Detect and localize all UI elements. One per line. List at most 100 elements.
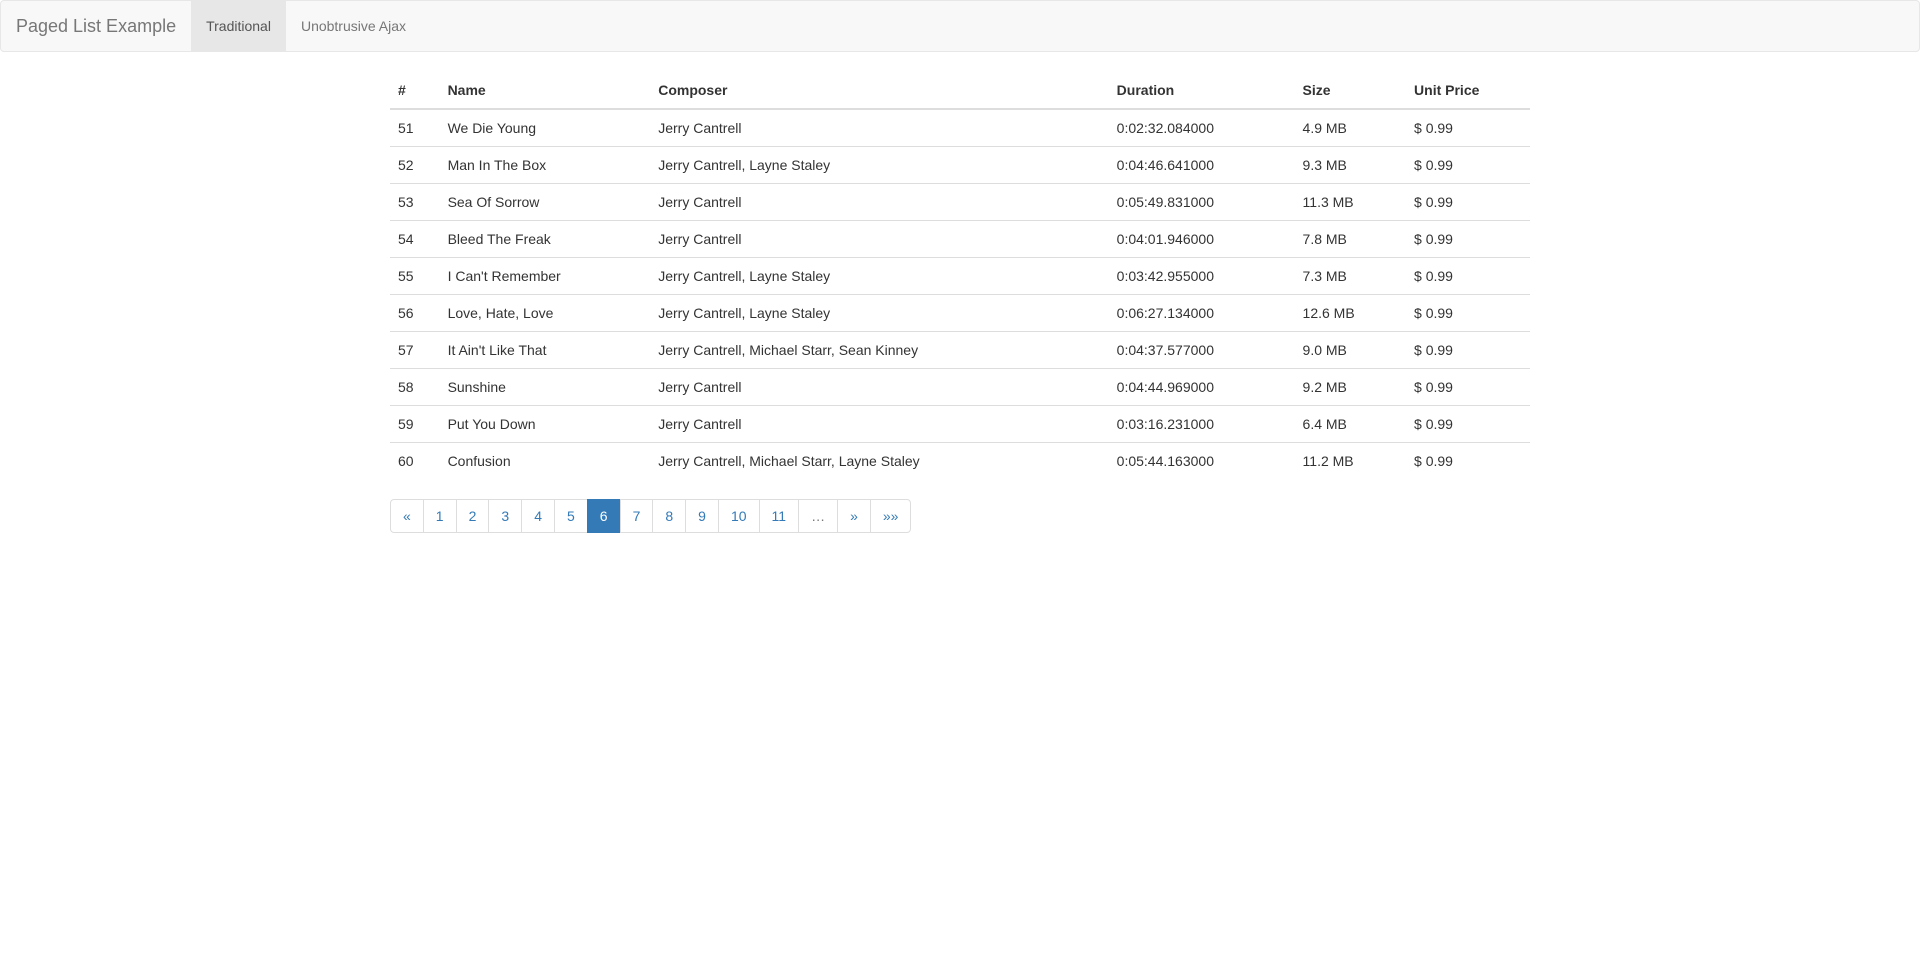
header-id: #	[390, 72, 440, 109]
cell-composer: Jerry Cantrell, Michael Starr, Sean Kinn…	[650, 332, 1108, 369]
cell-size: 11.2 MB	[1295, 443, 1407, 480]
cell-composer: Jerry Cantrell	[650, 221, 1108, 258]
cell-name: Bleed The Freak	[440, 221, 651, 258]
cell-duration: 0:04:46.641000	[1109, 147, 1295, 184]
pagination-page-4: 4	[522, 499, 555, 533]
cell-composer: Jerry Cantrell, Michael Starr, Layne Sta…	[650, 443, 1108, 480]
pagination-link[interactable]: 7	[620, 499, 654, 533]
cell-price: $ 0.99	[1406, 295, 1530, 332]
table-row: 53Sea Of SorrowJerry Cantrell0:05:49.831…	[390, 184, 1530, 221]
header-composer: Composer	[650, 72, 1108, 109]
nav-link[interactable]: Traditional	[191, 1, 286, 51]
table-row: 60ConfusionJerry Cantrell, Michael Starr…	[390, 443, 1530, 480]
pagination-link[interactable]: 3	[488, 499, 522, 533]
cell-duration: 0:04:01.946000	[1109, 221, 1295, 258]
pagination-first: «	[390, 499, 424, 533]
pagination-link[interactable]: »	[837, 499, 871, 533]
tracks-table: # Name Composer Duration Size Unit Price…	[390, 72, 1530, 479]
pagination-link[interactable]: 5	[554, 499, 588, 533]
cell-composer: Jerry Cantrell, Layne Staley	[650, 258, 1108, 295]
pagination-page-3: 3	[489, 499, 522, 533]
pagination-link[interactable]: »»	[870, 499, 912, 533]
cell-duration: 0:02:32.084000	[1109, 109, 1295, 147]
nav-item-traditional: Traditional	[191, 1, 286, 51]
cell-price: $ 0.99	[1406, 406, 1530, 443]
navbar-brand[interactable]: Paged List Example	[1, 1, 191, 51]
pagination-page-6: 6	[588, 499, 621, 533]
header-price: Unit Price	[1406, 72, 1530, 109]
pagination-page-10: 10	[719, 499, 760, 533]
cell-price: $ 0.99	[1406, 369, 1530, 406]
cell-id: 57	[390, 332, 440, 369]
cell-price: $ 0.99	[1406, 443, 1530, 480]
pagination-page-1: 1	[424, 499, 457, 533]
pagination-page-8: 8	[653, 499, 686, 533]
pagination-link[interactable]: 2	[456, 499, 490, 533]
table-row: 52Man In The BoxJerry Cantrell, Layne St…	[390, 147, 1530, 184]
cell-size: 9.2 MB	[1295, 369, 1407, 406]
cell-duration: 0:04:37.577000	[1109, 332, 1295, 369]
cell-duration: 0:03:16.231000	[1109, 406, 1295, 443]
cell-size: 6.4 MB	[1295, 406, 1407, 443]
cell-id: 53	[390, 184, 440, 221]
cell-duration: 0:05:44.163000	[1109, 443, 1295, 480]
header-size: Size	[1295, 72, 1407, 109]
cell-duration: 0:03:42.955000	[1109, 258, 1295, 295]
pagination-link[interactable]: 8	[652, 499, 686, 533]
table-row: 51We Die YoungJerry Cantrell0:02:32.0840…	[390, 109, 1530, 147]
cell-size: 7.8 MB	[1295, 221, 1407, 258]
nav-item-unobtrusive-ajax: Unobtrusive Ajax	[286, 1, 421, 51]
cell-name: Sea Of Sorrow	[440, 184, 651, 221]
pagination-link[interactable]: 11	[759, 499, 800, 533]
pagination-ellipsis: …	[799, 499, 838, 533]
cell-price: $ 0.99	[1406, 332, 1530, 369]
table-row: 54Bleed The FreakJerry Cantrell0:04:01.9…	[390, 221, 1530, 258]
cell-name: It Ain't Like That	[440, 332, 651, 369]
pagination-link[interactable]: 10	[718, 499, 760, 533]
pagination-link[interactable]: 4	[521, 499, 555, 533]
cell-size: 12.6 MB	[1295, 295, 1407, 332]
cell-composer: Jerry Cantrell	[650, 109, 1108, 147]
header-duration: Duration	[1109, 72, 1295, 109]
pagination-link[interactable]: 6	[587, 499, 621, 533]
cell-name: Sunshine	[440, 369, 651, 406]
pagination-link[interactable]: 9	[685, 499, 719, 533]
cell-id: 59	[390, 406, 440, 443]
table-row: 55I Can't RememberJerry Cantrell, Layne …	[390, 258, 1530, 295]
pagination-ellipsis: …	[798, 499, 838, 533]
navbar: Paged List Example TraditionalUnobtrusiv…	[0, 0, 1920, 52]
cell-composer: Jerry Cantrell	[650, 369, 1108, 406]
cell-price: $ 0.99	[1406, 221, 1530, 258]
cell-duration: 0:06:27.134000	[1109, 295, 1295, 332]
pagination-link[interactable]: «	[390, 499, 424, 533]
cell-id: 52	[390, 147, 440, 184]
navbar-nav: TraditionalUnobtrusive Ajax	[191, 1, 421, 51]
pagination-last: »»	[871, 499, 912, 533]
cell-size: 7.3 MB	[1295, 258, 1407, 295]
nav-link[interactable]: Unobtrusive Ajax	[286, 1, 421, 51]
cell-composer: Jerry Cantrell, Layne Staley	[650, 295, 1108, 332]
main-container: # Name Composer Duration Size Unit Price…	[375, 72, 1545, 533]
cell-size: 4.9 MB	[1295, 109, 1407, 147]
cell-id: 55	[390, 258, 440, 295]
cell-price: $ 0.99	[1406, 258, 1530, 295]
pagination-page-7: 7	[621, 499, 654, 533]
cell-name: We Die Young	[440, 109, 651, 147]
cell-duration: 0:05:49.831000	[1109, 184, 1295, 221]
cell-duration: 0:04:44.969000	[1109, 369, 1295, 406]
table-body: 51We Die YoungJerry Cantrell0:02:32.0840…	[390, 109, 1530, 479]
pagination-link[interactable]: 1	[423, 499, 457, 533]
cell-composer: Jerry Cantrell	[650, 406, 1108, 443]
table-row: 56Love, Hate, LoveJerry Cantrell, Layne …	[390, 295, 1530, 332]
cell-name: Love, Hate, Love	[440, 295, 651, 332]
cell-id: 54	[390, 221, 440, 258]
cell-name: I Can't Remember	[440, 258, 651, 295]
cell-composer: Jerry Cantrell, Layne Staley	[650, 147, 1108, 184]
cell-id: 60	[390, 443, 440, 480]
cell-id: 51	[390, 109, 440, 147]
cell-price: $ 0.99	[1406, 109, 1530, 147]
pagination-page-11: 11	[760, 499, 800, 533]
cell-id: 58	[390, 369, 440, 406]
pagination-page-5: 5	[555, 499, 588, 533]
cell-size: 9.3 MB	[1295, 147, 1407, 184]
